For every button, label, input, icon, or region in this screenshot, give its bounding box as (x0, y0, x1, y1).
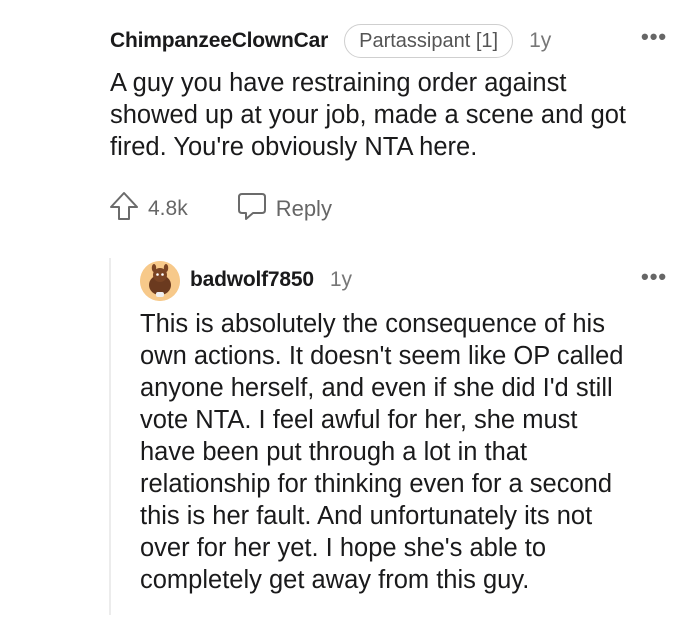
comment: ChimpanzeeClownCar Partassipant [1] 1y •… (0, 0, 700, 240)
upvote-arrow-icon[interactable] (108, 190, 140, 227)
username[interactable]: ChimpanzeeClownCar (110, 29, 328, 53)
comment-age: 1y (329, 268, 353, 291)
comment-actions: 4.8k Reply (108, 190, 332, 227)
chat-bubble-icon (236, 191, 268, 226)
username[interactable]: badwolf7850 (190, 268, 314, 292)
more-options-icon[interactable]: ••• (641, 266, 667, 288)
more-options-icon[interactable]: ••• (641, 26, 667, 48)
vote-count: 4.8k (148, 196, 188, 220)
reply-button[interactable]: Reply (236, 191, 332, 226)
avatar[interactable] (140, 261, 180, 301)
comment-body: A guy you have restraining order against… (110, 69, 627, 161)
reply-comment: badwolf7850 1y ••• This is absolutely th… (0, 250, 700, 617)
upvote-button[interactable]: 4.8k (108, 190, 188, 227)
reply-label: Reply (275, 195, 332, 221)
user-flair: Partassipant [1] (344, 24, 514, 58)
comment-body: This is absolutely the consequence of hi… (140, 310, 624, 594)
comment-meta: badwolf7850 1y (190, 262, 352, 298)
comment-age: 1y (529, 29, 552, 52)
comment-meta: ChimpanzeeClownCar Partassipant [1] 1y (110, 22, 551, 60)
